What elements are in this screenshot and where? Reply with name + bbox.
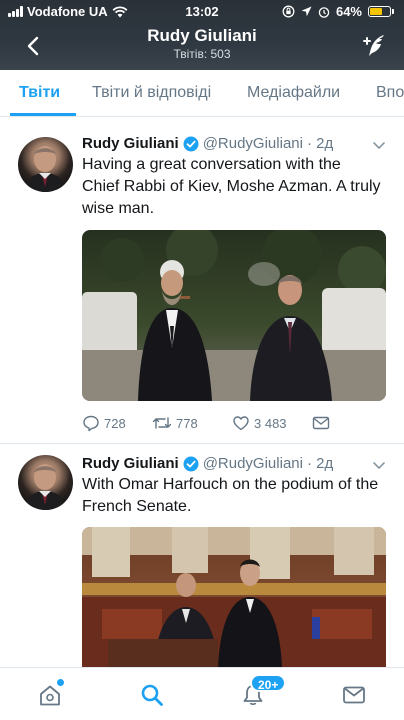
like-count: 3 483 <box>254 415 287 431</box>
location-icon <box>301 6 312 17</box>
tweet-author-handle[interactable]: @RudyGiuliani <box>203 135 303 152</box>
avatar[interactable] <box>18 137 73 192</box>
profile-header: Vodafone UA 13:02 64% Rudy Giuliani Твіт… <box>0 0 404 70</box>
photo-rabbi-conversation <box>82 230 386 401</box>
tweet-photo[interactable] <box>82 527 386 667</box>
home-unread-dot <box>57 679 64 686</box>
envelope-icon <box>312 416 330 430</box>
tweet-author-name[interactable]: Rudy Giuliani <box>82 135 179 152</box>
messages-icon[interactable] <box>341 682 367 708</box>
tweet-photo[interactable] <box>82 230 386 401</box>
tweet-text: With Omar Harfouch on the podium of the … <box>82 476 379 515</box>
verified-badge-icon <box>183 136 199 151</box>
orientation-lock-icon <box>282 5 295 18</box>
tab-tweets-and-replies[interactable]: Твіти й відповіді <box>92 84 211 102</box>
photo-french-senate <box>82 527 386 667</box>
avatar[interactable] <box>18 455 73 510</box>
tweet-author-handle[interactable]: @RudyGiuliani <box>203 455 303 472</box>
retweet-action[interactable]: 778 <box>152 414 232 432</box>
reply-count: 728 <box>104 415 126 431</box>
battery-icon <box>368 6 394 17</box>
like-action[interactable]: 3 483 <box>232 414 312 432</box>
status-bar: Vodafone UA 13:02 64% <box>0 0 404 22</box>
active-tab-indicator <box>10 113 76 116</box>
avatar-portrait <box>24 464 67 510</box>
tweet-header: Rudy Giuliani @RudyGiuliani · 2д <box>82 455 333 472</box>
profile-tabs: Твіти Твіти й відповіді Медіафайли Впо <box>0 70 404 117</box>
retweet-count: 778 <box>176 415 198 431</box>
tweet-header: Rudy Giuliani @RudyGiuliani · 2д <box>82 135 333 152</box>
reply-icon <box>83 415 99 432</box>
battery-percent: 64% <box>335 4 362 19</box>
tab-tweets[interactable]: Твіти <box>19 84 60 102</box>
avatar-portrait <box>24 146 67 192</box>
bottom-tab-bar <box>0 667 404 720</box>
direct-message-action[interactable] <box>312 415 330 431</box>
tab-likes-partial[interactable]: Впо <box>376 84 404 102</box>
profile-title: Rudy Giuliani Твітів: 503 <box>0 26 404 61</box>
notifications-badge: 20+ <box>250 674 287 692</box>
tweet-time: · 2д <box>306 455 334 472</box>
compose-tweet-icon[interactable] <box>360 32 388 60</box>
verified-badge-icon <box>183 456 199 471</box>
tweet-menu-chevron-icon[interactable] <box>372 460 386 470</box>
tweet-count: Твітів: 503 <box>173 47 231 61</box>
tweet-divider <box>0 443 404 444</box>
tweet-text: Having a great conversation with the Chi… <box>82 156 381 217</box>
tweet-actions: 728 778 3 483 <box>82 414 330 432</box>
tweet-time: · 2д <box>306 135 334 152</box>
tweet-author-name[interactable]: Rudy Giuliani <box>82 455 179 472</box>
profile-name: Rudy Giuliani <box>147 26 257 45</box>
tweet-menu-chevron-icon[interactable] <box>372 140 386 150</box>
search-icon[interactable] <box>139 682 165 708</box>
heart-icon <box>233 416 249 431</box>
tab-media[interactable]: Медіафайли <box>247 84 340 102</box>
status-right: 64% <box>282 4 394 19</box>
alarm-icon <box>318 6 330 18</box>
reply-action[interactable]: 728 <box>82 414 152 432</box>
retweet-icon <box>152 417 172 429</box>
